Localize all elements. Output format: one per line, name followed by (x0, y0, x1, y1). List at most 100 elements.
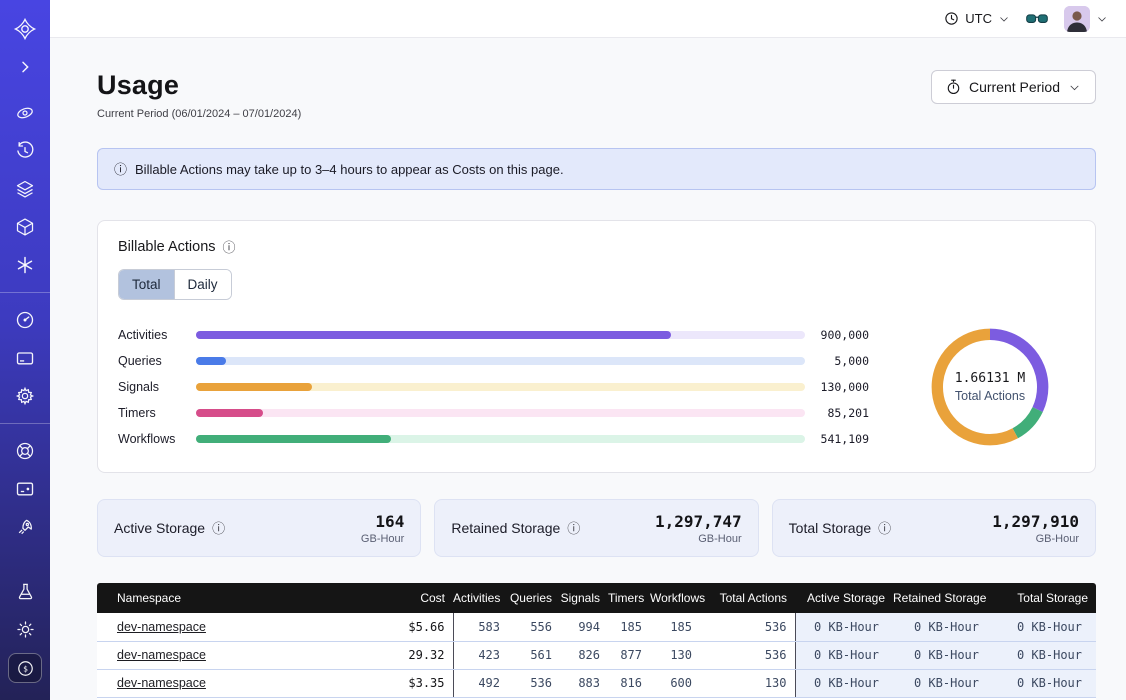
cell-namespace: dev-namespace (97, 669, 349, 697)
bar-track (196, 383, 805, 391)
cell-signals: 826 (560, 641, 608, 669)
period-selector-label: Current Period (969, 79, 1060, 95)
column-header-queries: Queries (508, 583, 560, 613)
app-root: $ UTC (0, 0, 1126, 700)
storage-card-value: 1,297,910 (992, 512, 1079, 531)
gauge-icon[interactable] (0, 306, 50, 334)
cell-total-storage: 0 KB-Hour (993, 669, 1096, 697)
cell-activities: 492 (453, 669, 508, 697)
donut-total-label: Total Actions (955, 389, 1025, 403)
support-lifebuoy-icon[interactable] (0, 437, 50, 465)
cell-queries: 556 (508, 613, 560, 641)
period-selector-button[interactable]: Current Period (931, 70, 1096, 104)
history-clock-icon[interactable] (0, 137, 50, 165)
cell-queries: 561 (508, 641, 560, 669)
rocket-icon[interactable] (0, 513, 50, 541)
bar-category-label: Workflows (118, 432, 196, 446)
bar-track (196, 331, 805, 339)
bar-chart-row: Timers 85,201 (118, 400, 869, 426)
column-header-signals: Signals (560, 583, 608, 613)
account-menu[interactable] (1064, 6, 1108, 32)
table-row: dev-namespace$5.665835569941851855360 KB… (97, 613, 1096, 641)
timezone-label: UTC (965, 11, 992, 26)
total-actions-donut-chart: 1.66131 M Total Actions (905, 325, 1075, 449)
info-icon[interactable]: ⓘ (223, 241, 236, 254)
cell-timers: 816 (608, 669, 650, 697)
cell-queries: 536 (508, 669, 560, 697)
tab-daily[interactable]: Daily (174, 270, 231, 299)
storage-card-label: Retained Storage (451, 520, 560, 536)
cell-workflows: 130 (650, 641, 700, 669)
stopwatch-icon (946, 79, 961, 95)
column-header-namespace: Namespace (97, 583, 349, 613)
temporal-logo-icon[interactable] (0, 15, 50, 43)
bar-category-label: Activities (118, 328, 196, 342)
storage-card-unit: GB-Hour (361, 533, 404, 545)
theme-sun-icon[interactable] (0, 615, 50, 643)
cell-workflows: 185 (650, 613, 700, 641)
billable-actions-title: Billable Actions (118, 239, 216, 255)
svg-text:$: $ (23, 664, 28, 673)
bar-chart-row: Signals 130,000 (118, 374, 869, 400)
cube-icon[interactable] (0, 213, 50, 241)
cell-retained-storage: 0 KB-Hour (893, 669, 993, 697)
asterisk-icon[interactable] (0, 251, 50, 279)
bar-value: 5,000 (805, 354, 869, 368)
bar-fill (196, 409, 263, 417)
bar-category-label: Timers (118, 406, 196, 420)
billing-card-icon[interactable] (0, 344, 50, 372)
cell-total-storage: 0 KB-Hour (993, 641, 1096, 669)
labs-goggles-button[interactable] (1026, 12, 1048, 26)
bar-fill (196, 435, 391, 443)
bar-chart-row: Workflows 541,109 (118, 426, 869, 452)
info-icon[interactable]: ⓘ (567, 522, 580, 535)
namespace-link[interactable]: dev-namespace (117, 676, 206, 690)
storage-card-value: 164 (361, 512, 404, 531)
storage-card-label: Active Storage (114, 520, 205, 536)
cell-retained-storage: 0 KB-Hour (893, 613, 993, 641)
feedback-monitor-icon[interactable] (0, 475, 50, 503)
column-header-workflows: Workflows (650, 583, 700, 613)
bar-track (196, 409, 805, 417)
info-icon[interactable]: ⓘ (878, 522, 891, 535)
storage-card-label: Total Storage (789, 520, 872, 536)
cell-cost: $5.66 (349, 613, 453, 641)
namespace-link[interactable]: dev-namespace (117, 620, 206, 634)
bar-value: 541,109 (805, 432, 869, 446)
page-content: Usage Current Period (06/01/2024 – 07/01… (50, 38, 1126, 700)
chevron-down-icon (1068, 81, 1081, 94)
usage-dollar-coin-icon[interactable]: $ (8, 653, 42, 683)
bar-value: 130,000 (805, 380, 869, 394)
column-header-cost: Cost (349, 583, 453, 613)
cell-workflows: 600 (650, 669, 700, 697)
tab-total[interactable]: Total (119, 270, 174, 299)
layers-icon[interactable] (0, 175, 50, 203)
storage-card-active-storage: Active Storage ⓘ 164 GB-Hour (97, 499, 421, 557)
cell-timers: 877 (608, 641, 650, 669)
column-header-timers: Timers (608, 583, 650, 613)
lab-flask-icon[interactable] (0, 577, 50, 605)
cell-namespace: dev-namespace (97, 613, 349, 641)
bar-track (196, 435, 805, 443)
storage-card-unit: GB-Hour (992, 533, 1079, 545)
namespace-link[interactable]: dev-namespace (117, 648, 206, 662)
storage-card-total-storage: Total Storage ⓘ 1,297,910 GB-Hour (772, 499, 1096, 557)
cell-total-actions: 536 (700, 613, 795, 641)
info-banner: ⓘ Billable Actions may take up to 3–4 ho… (97, 148, 1096, 190)
page-title: Usage (97, 70, 301, 101)
info-icon[interactable]: ⓘ (212, 522, 225, 535)
cell-total-storage: 0 KB-Hour (993, 613, 1096, 641)
total-daily-tab-group: TotalDaily (118, 269, 232, 300)
storage-card-value: 1,297,747 (655, 512, 742, 531)
sidebar-collapse-chevron-right-icon[interactable] (0, 53, 50, 81)
bar-value: 900,000 (805, 328, 869, 342)
settings-gear-icon[interactable] (0, 382, 50, 410)
namespaces-icon[interactable] (0, 99, 50, 127)
cell-total-actions: 536 (700, 641, 795, 669)
cell-namespace: dev-namespace (97, 641, 349, 669)
cell-active-storage: 0 KB-Hour (795, 641, 893, 669)
cell-signals: 994 (560, 613, 608, 641)
column-header-retained-storage: Retained Storage (893, 583, 993, 613)
timezone-selector[interactable]: UTC (944, 11, 1010, 26)
column-header-total-storage: Total Storage (993, 583, 1096, 613)
